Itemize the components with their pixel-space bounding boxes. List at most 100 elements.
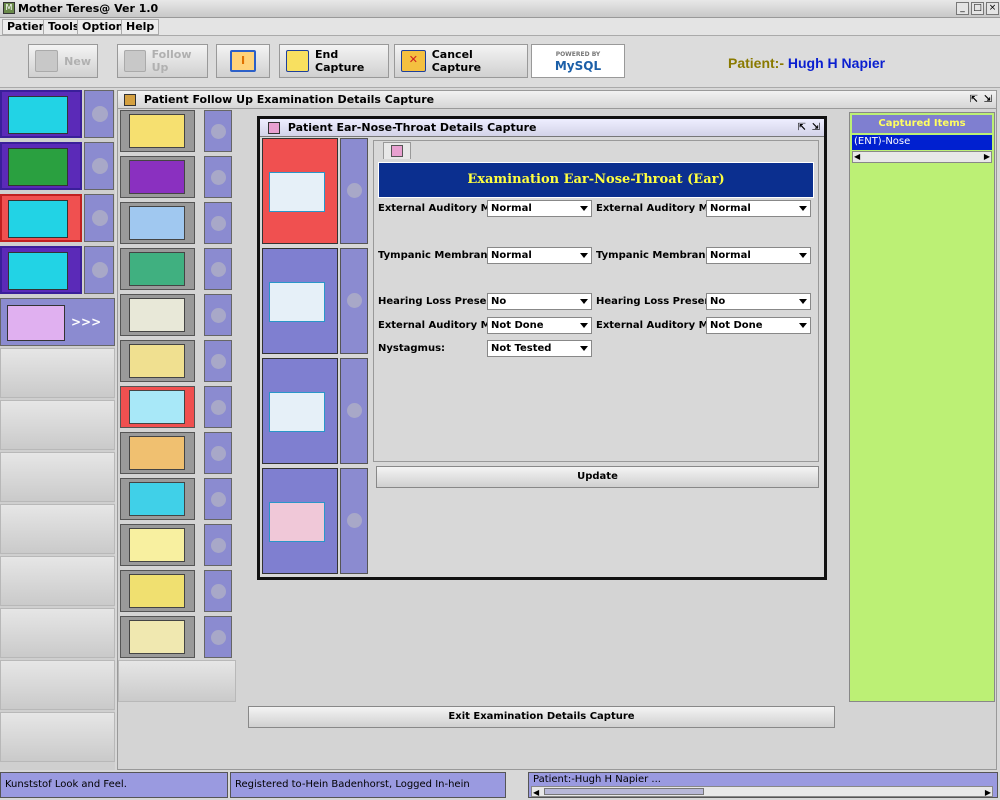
chevron-down-icon — [580, 323, 588, 328]
exam-gender-tile[interactable] — [120, 570, 195, 612]
exam-tab[interactable] — [383, 142, 411, 159]
maximize-icon[interactable]: □ — [971, 2, 984, 15]
cancel-capture-button[interactable]: ✕ Cancel Capture — [394, 44, 528, 78]
ent-ear-button[interactable] — [340, 138, 368, 244]
exam-reproductive-button[interactable] — [204, 616, 232, 658]
patient-tile-1-button[interactable] — [84, 90, 114, 138]
followup-frame-titlebar: Patient Follow Up Examination Details Ca… — [118, 91, 996, 109]
exit-capture-button[interactable]: Exit Examination Details Capture — [248, 706, 835, 728]
followup-button[interactable]: Follow Up — [117, 44, 208, 78]
right-ext-auditory-2-select[interactable]: Not Done — [706, 317, 811, 334]
scroll-left-icon[interactable]: ◀ — [854, 152, 860, 162]
info-button[interactable]: I — [216, 44, 270, 78]
menu-help[interactable]: Help — [121, 19, 160, 35]
patient-tile-3-button[interactable] — [84, 194, 114, 242]
lungs-icon — [129, 206, 185, 240]
exam-blood-tile[interactable] — [120, 478, 195, 520]
skin-icon — [129, 436, 185, 470]
exam-heart-tile[interactable] — [120, 156, 195, 198]
exam-lungs-button[interactable] — [204, 202, 232, 244]
left-hearing-loss-select[interactable]: No — [487, 293, 592, 310]
status-patient: Patient:-Hugh H Napier ... ◀ ▶ — [528, 772, 998, 798]
empty-slot-7[interactable] — [0, 660, 115, 710]
ent-throat-button[interactable] — [340, 468, 368, 574]
ent-mouth-button[interactable] — [340, 358, 368, 464]
minimize-icon[interactable]: _ — [956, 2, 969, 15]
exam-blood-button[interactable] — [204, 478, 232, 520]
close-icon[interactable]: × — [986, 2, 999, 15]
exam-eyes-tile[interactable] — [120, 524, 195, 566]
status-patient-text: Patient:-Hugh H Napier ... — [533, 774, 661, 785]
exam-empty-slot[interactable] — [118, 660, 236, 702]
iconify-icon[interactable]: ⇲ — [984, 91, 992, 109]
patient-tile-4[interactable] — [0, 246, 82, 294]
ent-mouth-tile[interactable] — [262, 358, 338, 464]
status-laf: Kunststof Look and Feel. — [0, 772, 228, 798]
ent-frame-titlebar: Patient Ear-Nose-Throat Details Capture … — [260, 119, 824, 137]
scroll-right-icon[interactable]: ▶ — [984, 152, 990, 162]
empty-slot-6[interactable] — [0, 608, 115, 658]
exam-brain-button[interactable] — [204, 340, 232, 382]
ent-nose-button[interactable] — [340, 248, 368, 354]
patient-tile-4-button[interactable] — [84, 246, 114, 294]
status-scroll-thumb[interactable] — [544, 788, 704, 795]
exam-skin-tile[interactable] — [120, 432, 195, 474]
exam-heart-button[interactable] — [204, 156, 232, 198]
right-hearing-loss-select[interactable]: No — [706, 293, 811, 310]
exam-head-tile[interactable] — [120, 110, 195, 152]
ear-tab-icon — [391, 145, 403, 157]
left-ext-auditory-2-select[interactable]: Not Done — [487, 317, 592, 334]
cancel-capture-icon: ✕ — [401, 50, 426, 72]
exam-digestive-tile[interactable] — [120, 248, 195, 290]
left-ext-auditory-select[interactable]: Normal — [487, 200, 592, 217]
right-ext-auditory-select[interactable]: Normal — [706, 200, 811, 217]
empty-slot-1[interactable] — [0, 348, 115, 398]
right-tympanic-select[interactable]: Normal — [706, 247, 811, 264]
status-scroll-left-icon[interactable]: ◀ — [533, 786, 539, 800]
empty-slot-8[interactable] — [0, 712, 115, 762]
exam-skeleton-tile[interactable] — [120, 294, 195, 336]
ent-frame-icon — [268, 122, 280, 134]
exam-digestive-button[interactable] — [204, 248, 232, 290]
empty-slot-5[interactable] — [0, 556, 115, 606]
ent-ear-tile[interactable] — [262, 138, 338, 244]
exam-lungs-tile[interactable] — [120, 202, 195, 244]
status-scrollbar[interactable]: ◀ ▶ — [531, 786, 993, 797]
more-label: >>> — [71, 315, 102, 329]
patient-tile-2[interactable] — [0, 142, 82, 190]
ent-iconify-icon[interactable]: ⇲ — [812, 119, 820, 137]
nose-icon — [269, 282, 325, 322]
empty-slot-2[interactable] — [0, 400, 115, 450]
chevron-down-icon — [580, 253, 588, 258]
restore-icon[interactable]: ⇱ — [970, 91, 978, 109]
patient-tile-1[interactable] — [0, 90, 82, 138]
patient-tile-3[interactable] — [0, 194, 82, 242]
captured-scrollbar[interactable]: ◀ ▶ — [852, 151, 992, 163]
ent-restore-icon[interactable]: ⇱ — [798, 119, 806, 137]
exam-brain-tile[interactable] — [120, 340, 195, 382]
left-tympanic-select[interactable]: Normal — [487, 247, 592, 264]
exam-skin-button[interactable] — [204, 432, 232, 474]
end-capture-button[interactable]: End Capture — [279, 44, 389, 78]
new-button[interactable]: New — [28, 44, 98, 78]
exam-ent-tile[interactable] — [120, 386, 195, 428]
exam-reproductive-tile[interactable] — [120, 616, 195, 658]
ent-nose-tile[interactable] — [262, 248, 338, 354]
captured-item[interactable]: (ENT)-Nose — [852, 135, 992, 150]
exam-head-button[interactable] — [204, 110, 232, 152]
update-button[interactable]: Update — [376, 466, 819, 488]
more-tile[interactable]: >>> — [0, 298, 115, 346]
frame-icon — [124, 94, 136, 106]
patient-tile-2-button[interactable] — [84, 142, 114, 190]
ent-throat-tile[interactable] — [262, 468, 338, 574]
nystagmus-select[interactable]: Not Tested — [487, 340, 592, 357]
empty-slot-3[interactable] — [0, 452, 115, 502]
right-hearing-loss-label: Hearing Loss Present: — [596, 296, 721, 307]
exam-eyes-button[interactable] — [204, 524, 232, 566]
chevron-down-icon — [580, 346, 588, 351]
empty-slot-4[interactable] — [0, 504, 115, 554]
exam-gender-button[interactable] — [204, 570, 232, 612]
exam-ent-button[interactable] — [204, 386, 232, 428]
status-scroll-right-icon[interactable]: ▶ — [985, 786, 991, 800]
exam-skeleton-button[interactable] — [204, 294, 232, 336]
